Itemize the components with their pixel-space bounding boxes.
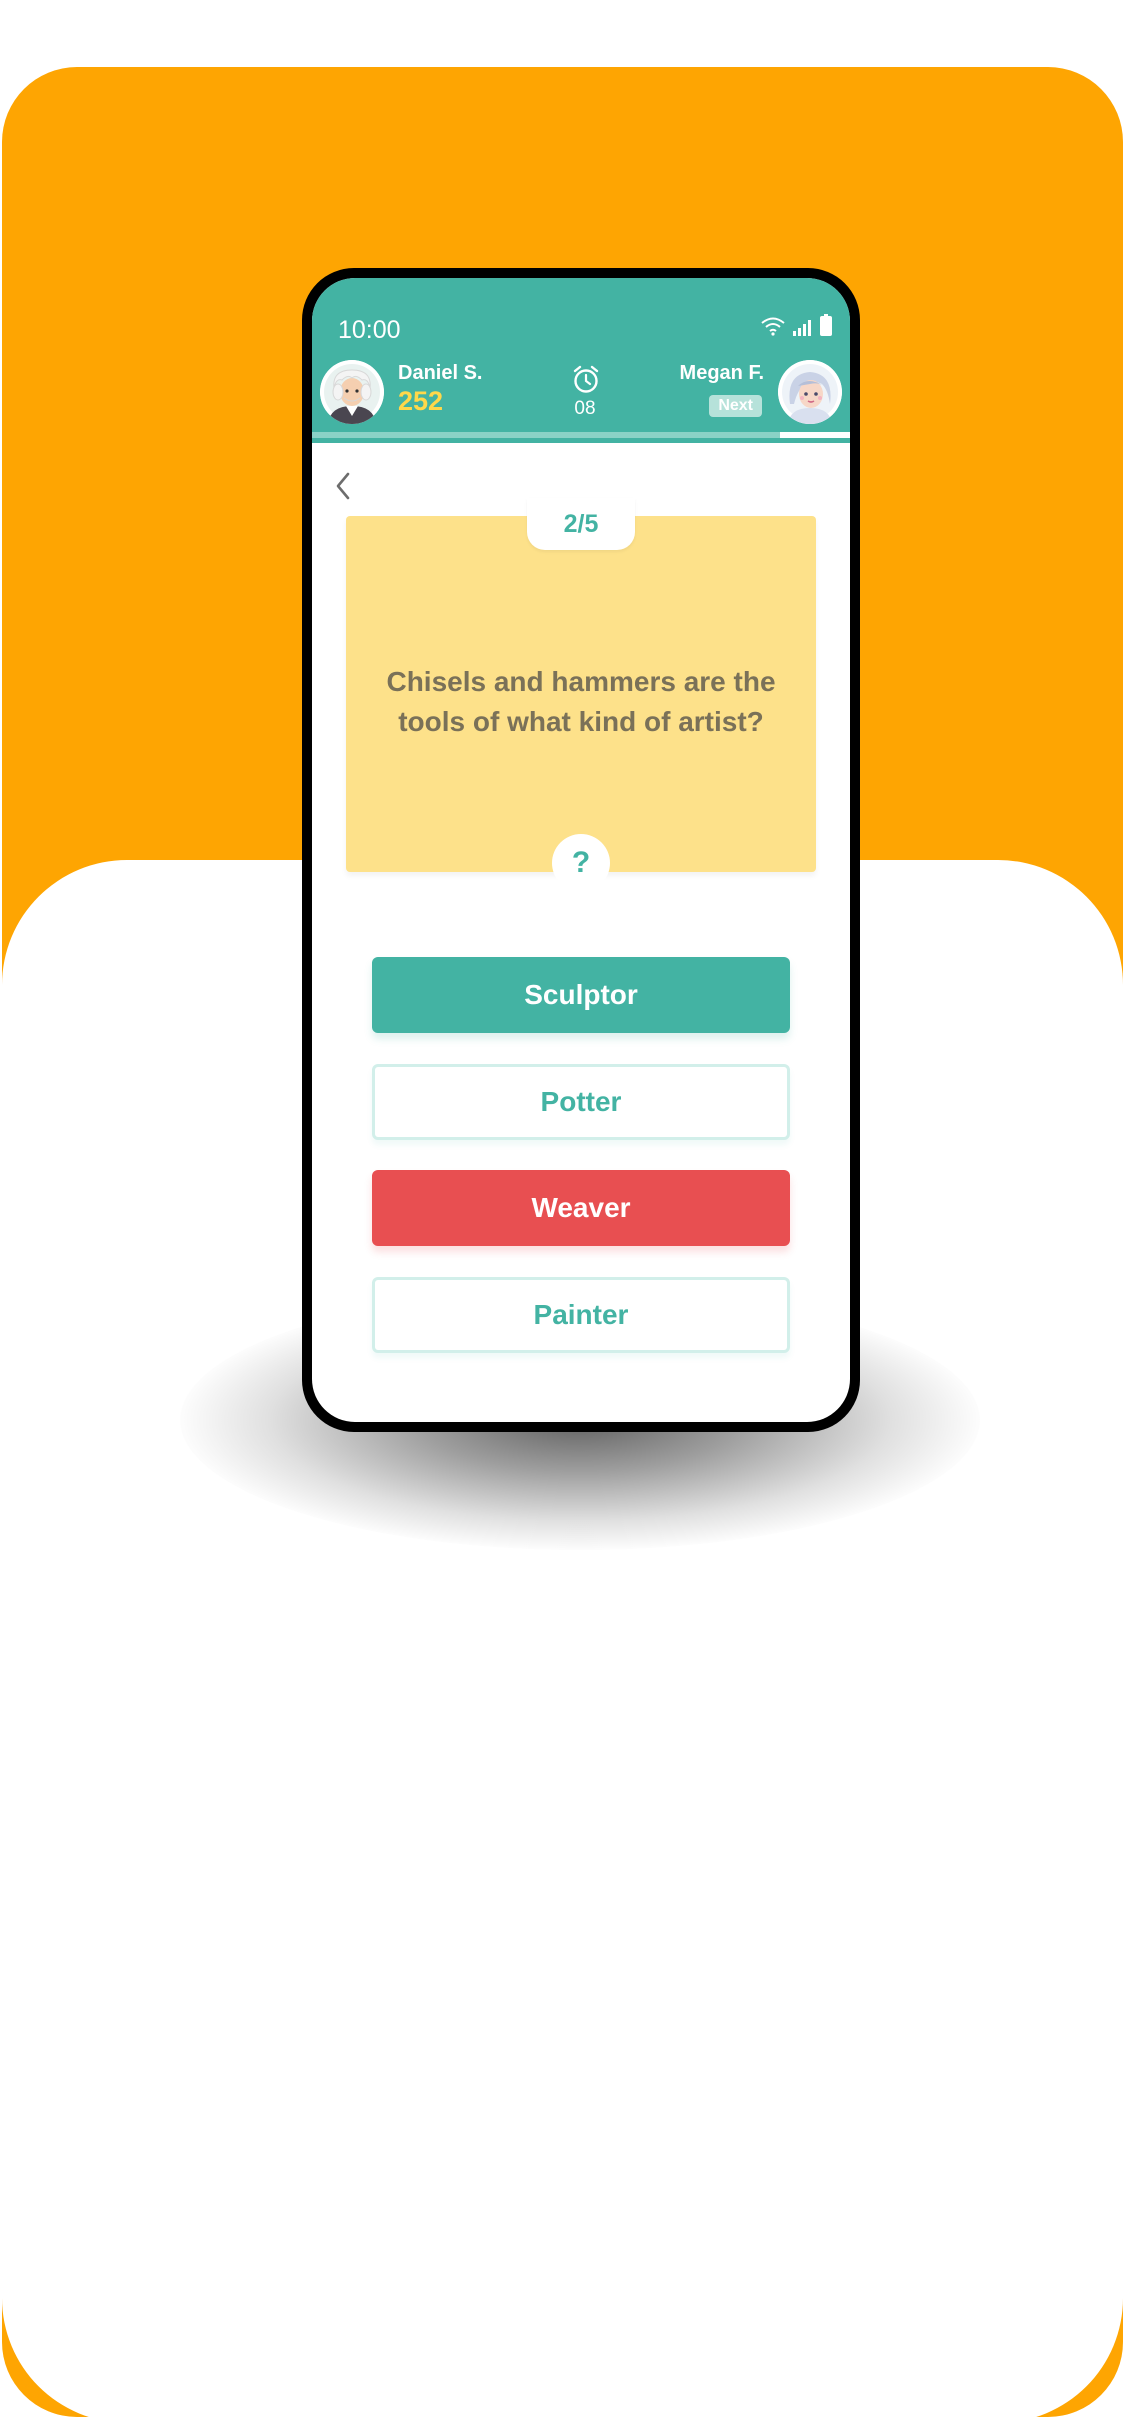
- phone-frame: 10:00 Daniel S. 252 08 Megan F. Next 2/5…: [302, 268, 860, 1432]
- timer-value: 08: [574, 398, 596, 419]
- status-time: 10:00: [338, 316, 401, 344]
- status-icons: [760, 314, 832, 336]
- round-progress-bar: [312, 432, 850, 438]
- answer-button-potter[interactable]: Potter: [372, 1064, 790, 1140]
- signal-icon: [793, 320, 811, 336]
- player-name-left: Daniel S.: [398, 362, 483, 384]
- next-badge: Next: [709, 395, 762, 417]
- answer-button-sculptor[interactable]: Sculptor: [372, 957, 790, 1033]
- old-man-avatar: [320, 360, 384, 424]
- round-progress-fill: [312, 432, 781, 438]
- battery-icon: [820, 314, 832, 336]
- game-header: 10:00 Daniel S. 252 08 Megan F. Next: [312, 278, 850, 443]
- player-avatar-daniel[interactable]: [320, 360, 384, 424]
- answer-button-painter[interactable]: Painter: [372, 1277, 790, 1353]
- back-chevron-icon[interactable]: [332, 468, 354, 504]
- question-counter: 2/5: [527, 498, 635, 550]
- answer-button-weaver[interactable]: Weaver: [372, 1170, 790, 1246]
- girl-avatar: [778, 360, 842, 424]
- alarm-clock-icon: [573, 365, 599, 393]
- player-avatar-megan[interactable]: [778, 360, 842, 424]
- player-name-right: Megan F.: [679, 362, 764, 384]
- player-score: 252: [398, 386, 444, 416]
- wifi-icon: [761, 317, 785, 336]
- question-text: Chisels and hammers are the tools of wha…: [386, 666, 776, 737]
- quiz-screen: 10:00 Daniel S. 252 08 Megan F. Next 2/5…: [312, 278, 850, 1422]
- showcase-stage: 10:00 Daniel S. 252 08 Megan F. Next 2/5…: [0, 0, 1125, 2436]
- help-button[interactable]: ?: [552, 834, 610, 892]
